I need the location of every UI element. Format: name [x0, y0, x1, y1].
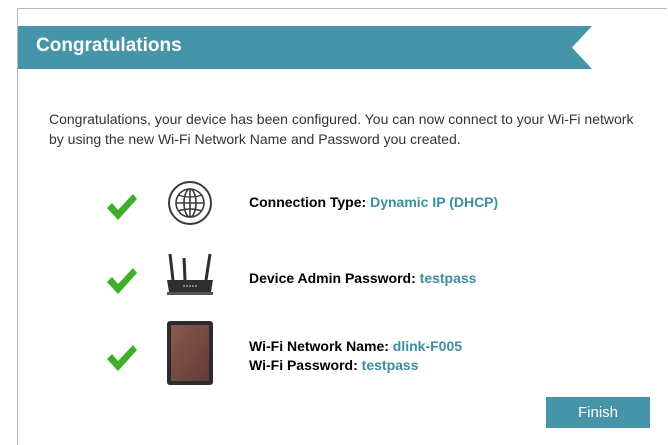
wifi-name-value: dlink-F005 — [392, 338, 463, 354]
check-icon — [107, 268, 137, 294]
title-banner: Congratulations — [18, 26, 592, 69]
wizard-panel — [17, 8, 667, 445]
connection-type-value: Dynamic IP (DHCP) — [370, 194, 499, 210]
admin-info: Device Admin Password: testpass — [249, 270, 476, 286]
check-icon — [107, 194, 137, 220]
wifi-info: Wi-Fi Network Name: dlink-F005 Wi-Fi Pas… — [249, 338, 462, 376]
finish-button[interactable]: Finish — [546, 397, 650, 428]
wifi-name-label: Wi-Fi Network Name: — [249, 338, 389, 354]
page-title: Congratulations — [36, 35, 182, 56]
router-icon — [167, 253, 213, 295]
wifi-password-label: Wi-Fi Password: — [249, 357, 358, 373]
check-icon — [107, 345, 137, 371]
tablet-icon — [167, 321, 213, 385]
globe-icon — [168, 181, 212, 225]
connection-info: Connection Type: Dynamic IP (DHCP) — [249, 194, 498, 210]
wifi-password-value: testpass — [361, 357, 419, 373]
wifi-name-line: Wi-Fi Network Name: dlink-F005 — [249, 338, 462, 357]
connection-type-label: Connection Type: — [249, 194, 367, 210]
wifi-password-line: Wi-Fi Password: testpass — [249, 357, 462, 376]
intro-text: Congratulations, your device has been co… — [49, 111, 634, 147]
admin-password-label: Device Admin Password: — [249, 270, 416, 286]
admin-password-value: testpass — [419, 270, 477, 286]
